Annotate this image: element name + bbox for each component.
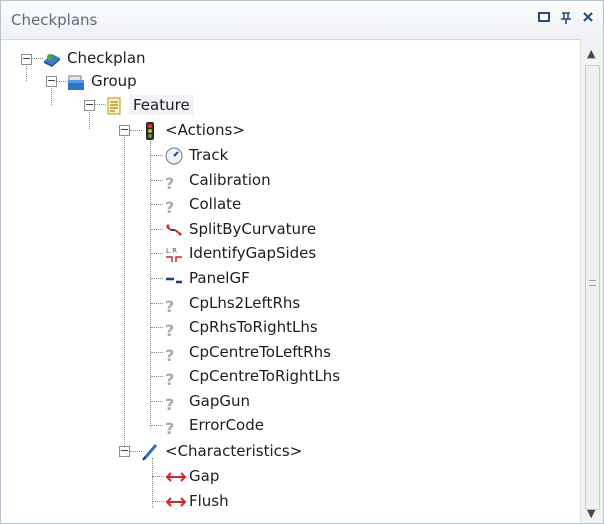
- collapse-toggle-characteristics[interactable]: −: [119, 445, 130, 457]
- double-arrow-icon: [165, 468, 187, 486]
- group-icon: [67, 73, 85, 91]
- panel-gf-icon: [165, 270, 183, 288]
- collapse-toggle-feature[interactable]: −: [84, 99, 95, 111]
- panel-title: Checkplans: [11, 11, 98, 29]
- gap-sides-icon: L R: [165, 245, 183, 263]
- action-item-collate[interactable]: ? Collate: [165, 192, 241, 217]
- checkplans-panel: Checkplans − Checkplan − Group − Feature…: [0, 0, 604, 524]
- checkplan-tree[interactable]: − Checkplan − Group − Feature − <Actions…: [9, 41, 574, 521]
- scroll-up-arrow-icon[interactable]: ▲: [587, 47, 595, 60]
- action-item-calibration[interactable]: ? Calibration: [165, 168, 271, 193]
- scrollbar-thumb[interactable]: [585, 65, 600, 510]
- track-gauge-icon: [165, 147, 183, 165]
- vertical-scrollbar[interactable]: ▲ ▼: [580, 39, 603, 523]
- action-item-cpcentretorightlhs[interactable]: ? CpCentreToRightLhs: [165, 364, 340, 389]
- tree-node-feature[interactable]: Feature: [105, 93, 194, 117]
- split-curvature-icon: [165, 221, 183, 239]
- action-item-track[interactable]: Track: [165, 143, 228, 167]
- traffic-light-icon: [141, 121, 159, 140]
- action-item-cpcentretoleftrhs[interactable]: ? CpCentreToLeftRhs: [165, 340, 331, 365]
- question-icon: ?: [165, 173, 175, 193]
- svg-text:L R: L R: [166, 247, 177, 255]
- checkplan-icon: [43, 50, 61, 68]
- characteristic-item-flush[interactable]: Flush: [165, 489, 229, 513]
- scroll-down-arrow-icon[interactable]: ▼: [587, 507, 595, 520]
- restore-icon: [538, 12, 550, 22]
- tree-node-actions[interactable]: <Actions>: [141, 118, 245, 142]
- close-button[interactable]: [580, 10, 596, 28]
- pin-icon: [561, 12, 571, 24]
- collapse-toggle-group[interactable]: −: [46, 75, 57, 87]
- collapse-toggle-actions[interactable]: −: [119, 124, 130, 136]
- question-icon: ?: [165, 369, 175, 389]
- feature-icon: [105, 97, 123, 115]
- restore-window-button[interactable]: [536, 10, 552, 28]
- question-icon: ?: [165, 197, 175, 217]
- pin-button[interactable]: [558, 10, 574, 28]
- action-item-gapgun[interactable]: ? GapGun: [165, 389, 250, 414]
- tree-node-group[interactable]: Group: [67, 69, 137, 93]
- tree-node-characteristics[interactable]: <Characteristics>: [141, 439, 302, 463]
- question-icon: ?: [165, 320, 175, 340]
- action-item-cprhstorightlhs[interactable]: ? CpRhsToRightLhs: [165, 315, 318, 340]
- action-item-cplhs2leftrhs[interactable]: ? CpLhs2LeftRhs: [165, 291, 300, 316]
- pen-icon: [141, 443, 159, 461]
- action-item-identifygapsides[interactable]: L R IdentifyGapSides: [165, 241, 316, 265]
- tree-node-checkplan[interactable]: Checkplan: [43, 46, 146, 70]
- double-arrow-icon: [165, 493, 187, 511]
- question-icon: ?: [165, 394, 175, 414]
- question-icon: ?: [165, 296, 175, 316]
- collapse-toggle-checkplan[interactable]: −: [21, 53, 32, 65]
- question-icon: ?: [165, 345, 175, 365]
- characteristic-item-gap[interactable]: Gap: [165, 464, 219, 488]
- question-icon: ?: [165, 418, 175, 438]
- panel-titlebar: Checkplans: [1, 1, 603, 40]
- close-icon: [583, 12, 593, 22]
- action-item-errorcode[interactable]: ? ErrorCode: [165, 413, 264, 438]
- action-item-splitbycurvature[interactable]: SplitByCurvature: [165, 217, 316, 241]
- action-item-panelgf[interactable]: PanelGF: [165, 266, 250, 290]
